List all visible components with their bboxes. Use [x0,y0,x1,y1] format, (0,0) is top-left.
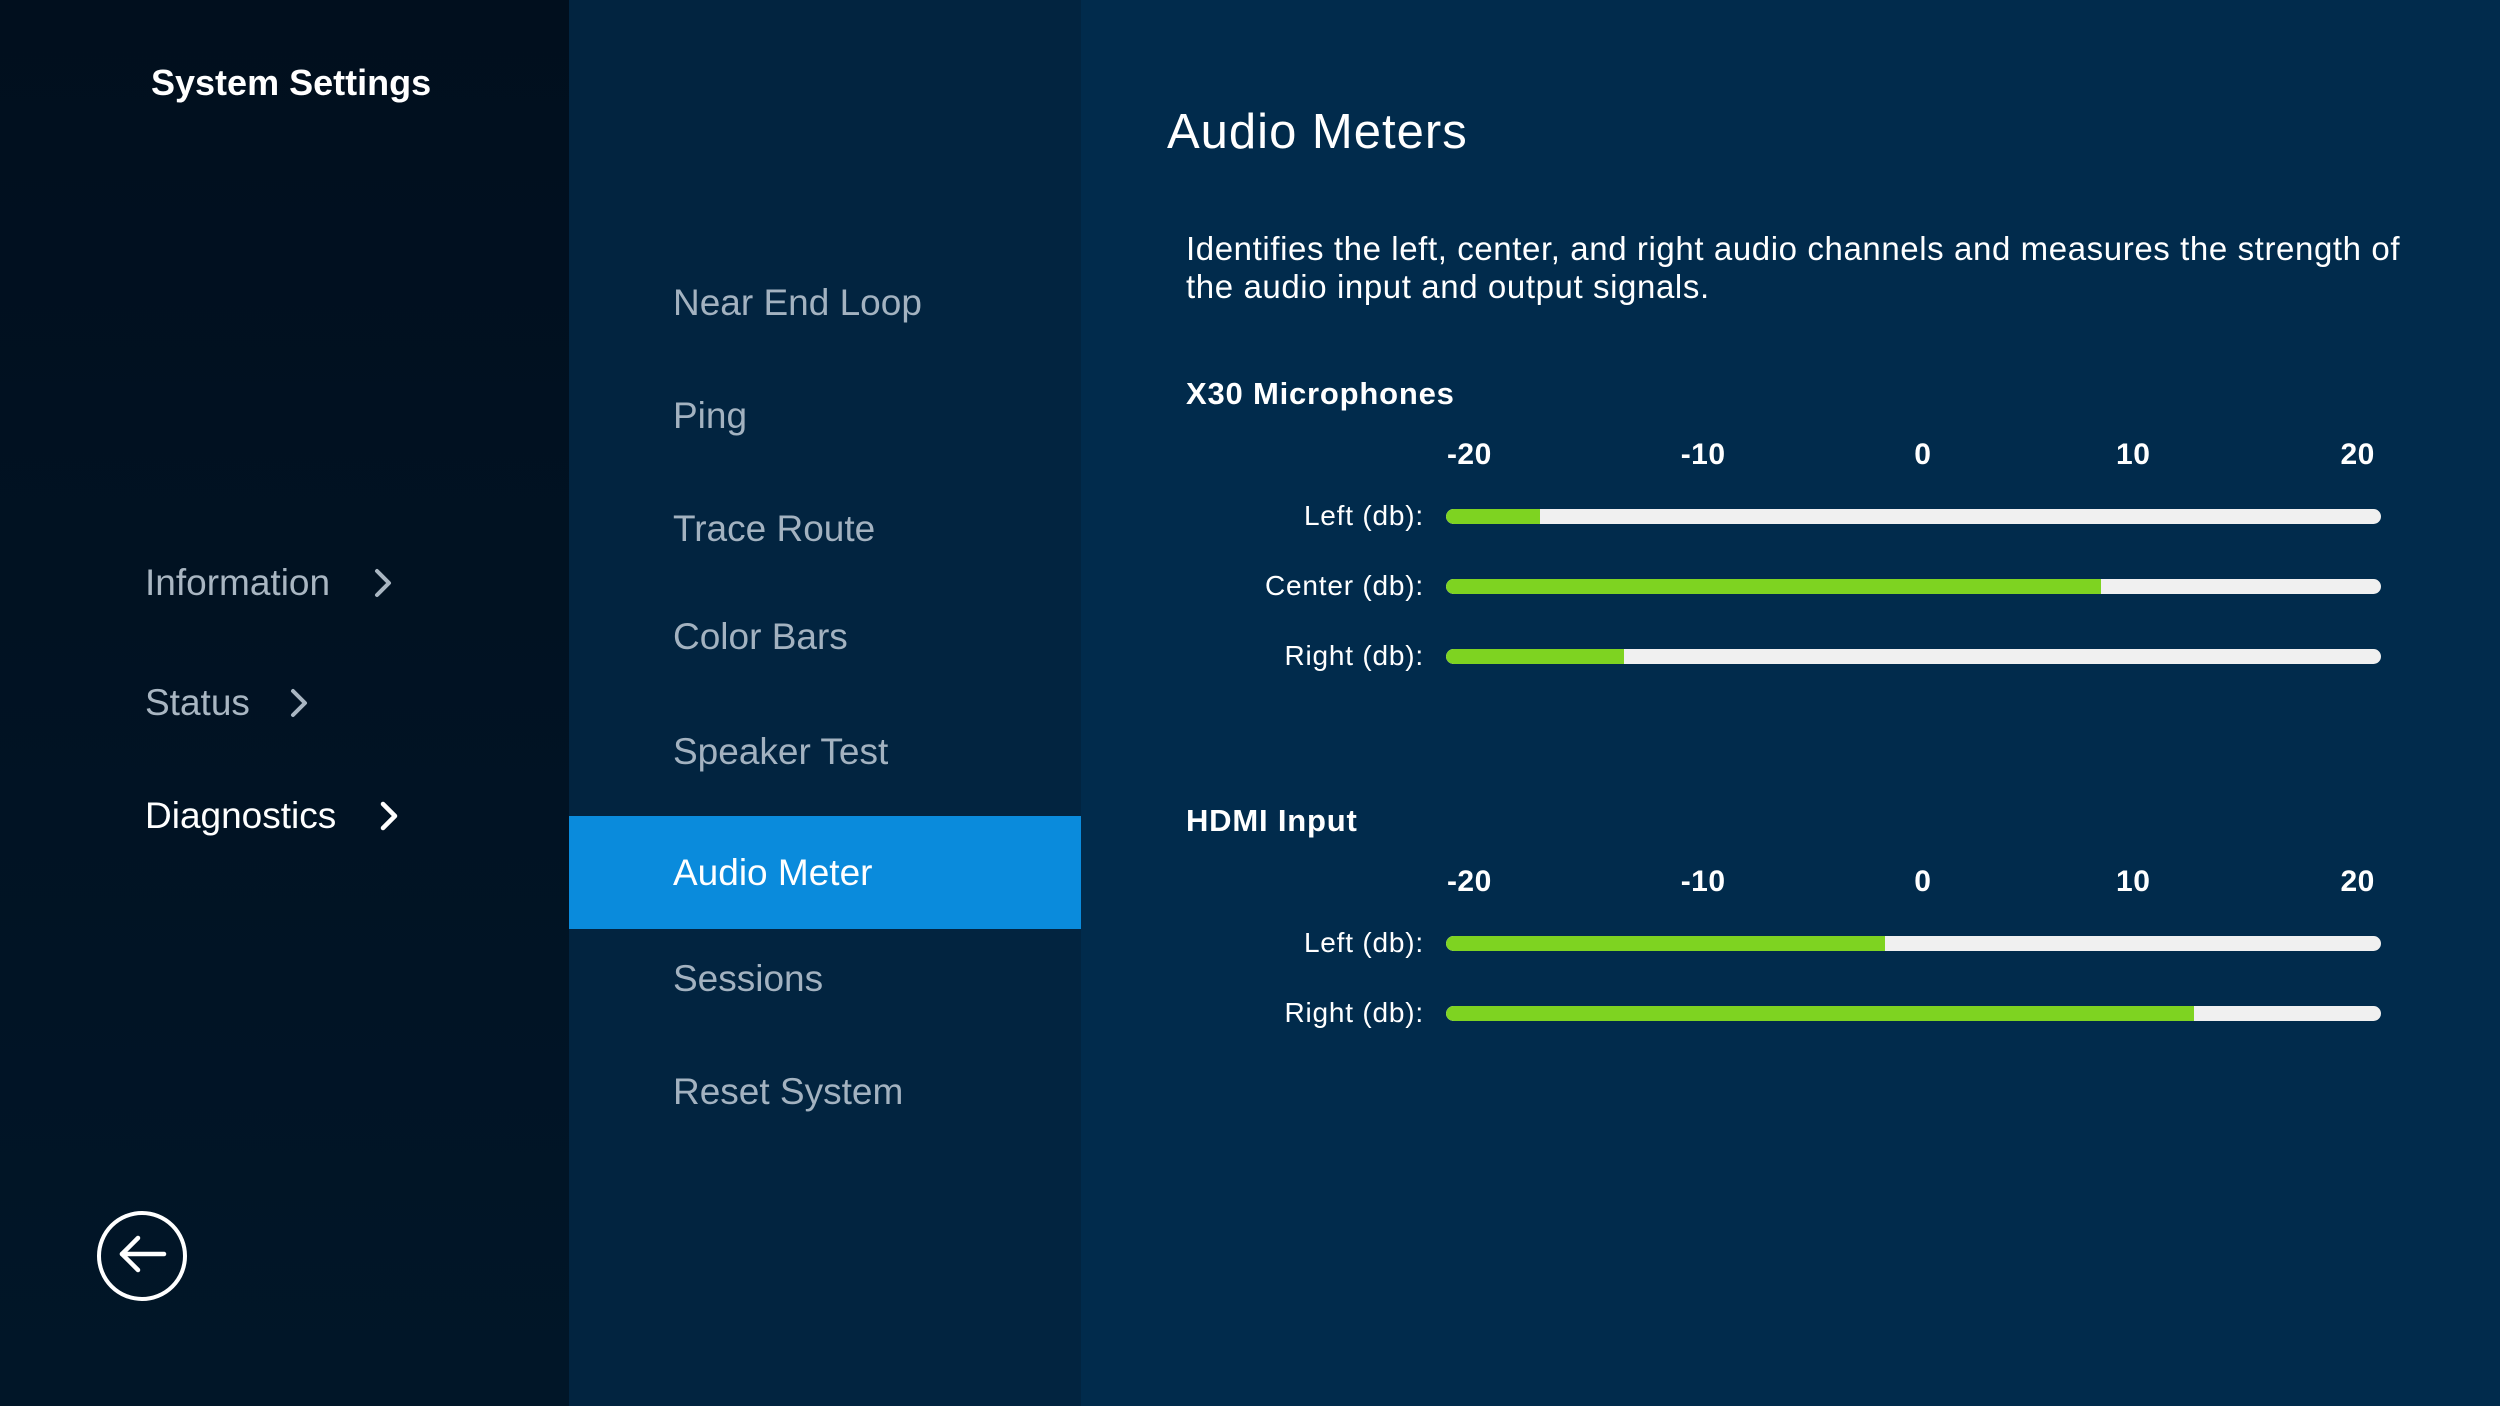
meter-bar-x30-center [1446,579,2381,594]
meter-label-left: Left (db): [1303,500,1424,531]
submenu-item-trace-route[interactable]: Trace Route [569,472,1081,585]
submenu-item-sessions[interactable]: Sessions [569,922,1081,1035]
db-scale: -20 -10 0 10 20 [1446,865,2381,905]
nav-item-information[interactable]: Information [145,562,402,604]
meter-fill [1446,649,1624,664]
meter-bar-hdmi-right [1446,1006,2381,1021]
meter-fill [1446,1006,2194,1021]
section-title-hdmi-input: HDMI Input [1186,803,1358,838]
meter-fill [1446,579,2101,594]
page-title: Audio Meters [1167,105,1468,159]
scale-tick: 20 [2340,438,2375,471]
meter-label-right: Right (db): [1284,640,1424,671]
scale-tick: 10 [2116,865,2151,898]
chevron-right-icon [372,568,402,598]
scale-tick: 10 [2116,438,2151,471]
meter-label-center: Center (db): [1265,570,1424,601]
app-title: System Settings [151,62,432,103]
db-scale: -20 -10 0 10 20 [1446,438,2381,478]
scale-tick: -20 [1446,865,1492,898]
meter-fill [1446,509,1540,524]
submenu-item-near-end-loop[interactable]: Near End Loop [569,246,1081,359]
submenu-item-color-bars[interactable]: Color Bars [569,580,1081,693]
nav-item-status[interactable]: Status [145,682,318,724]
section-title-x30-microphones: X30 Microphones [1186,376,1455,411]
scale-tick: -10 [1680,438,1726,471]
meter-label-right: Right (db): [1284,997,1424,1028]
audio-meters-panel: Audio Meters Identifies the left, center… [1081,0,2500,1406]
submenu-item-audio-meter[interactable]: Audio Meter [569,816,1081,929]
scale-tick: -20 [1446,438,1492,471]
scale-tick: 0 [1914,438,1932,471]
meter-bar-hdmi-left [1446,936,2381,951]
nav-item-label: Status [145,682,250,723]
back-button[interactable] [97,1211,187,1301]
meter-bar-x30-right [1446,649,2381,664]
system-settings-screen: System Settings Information Status Diagn… [0,0,2500,1406]
scale-tick: 0 [1914,865,1932,898]
primary-nav: System Settings Information Status Diagn… [0,0,569,1406]
diagnostics-submenu: Near End Loop Ping Trace Route Color Bar… [569,0,1081,1406]
scale-tick: 20 [2340,865,2375,898]
submenu-item-speaker-test[interactable]: Speaker Test [569,695,1081,808]
submenu-item-ping[interactable]: Ping [569,359,1081,472]
nav-item-diagnostics[interactable]: Diagnostics [145,795,408,837]
meter-fill [1446,936,1886,951]
page-description: Identifies the left, center, and right a… [1186,230,2401,305]
meter-bar-x30-left [1446,509,2381,524]
submenu-item-reset-system[interactable]: Reset System [569,1035,1081,1148]
arrow-left-icon [114,1234,170,1279]
chevron-right-icon [378,801,408,831]
meter-label-left: Left (db): [1303,927,1424,958]
chevron-right-icon [288,688,318,718]
nav-item-label: Diagnostics [145,795,337,836]
nav-item-label: Information [145,562,331,603]
scale-tick: -10 [1680,865,1726,898]
